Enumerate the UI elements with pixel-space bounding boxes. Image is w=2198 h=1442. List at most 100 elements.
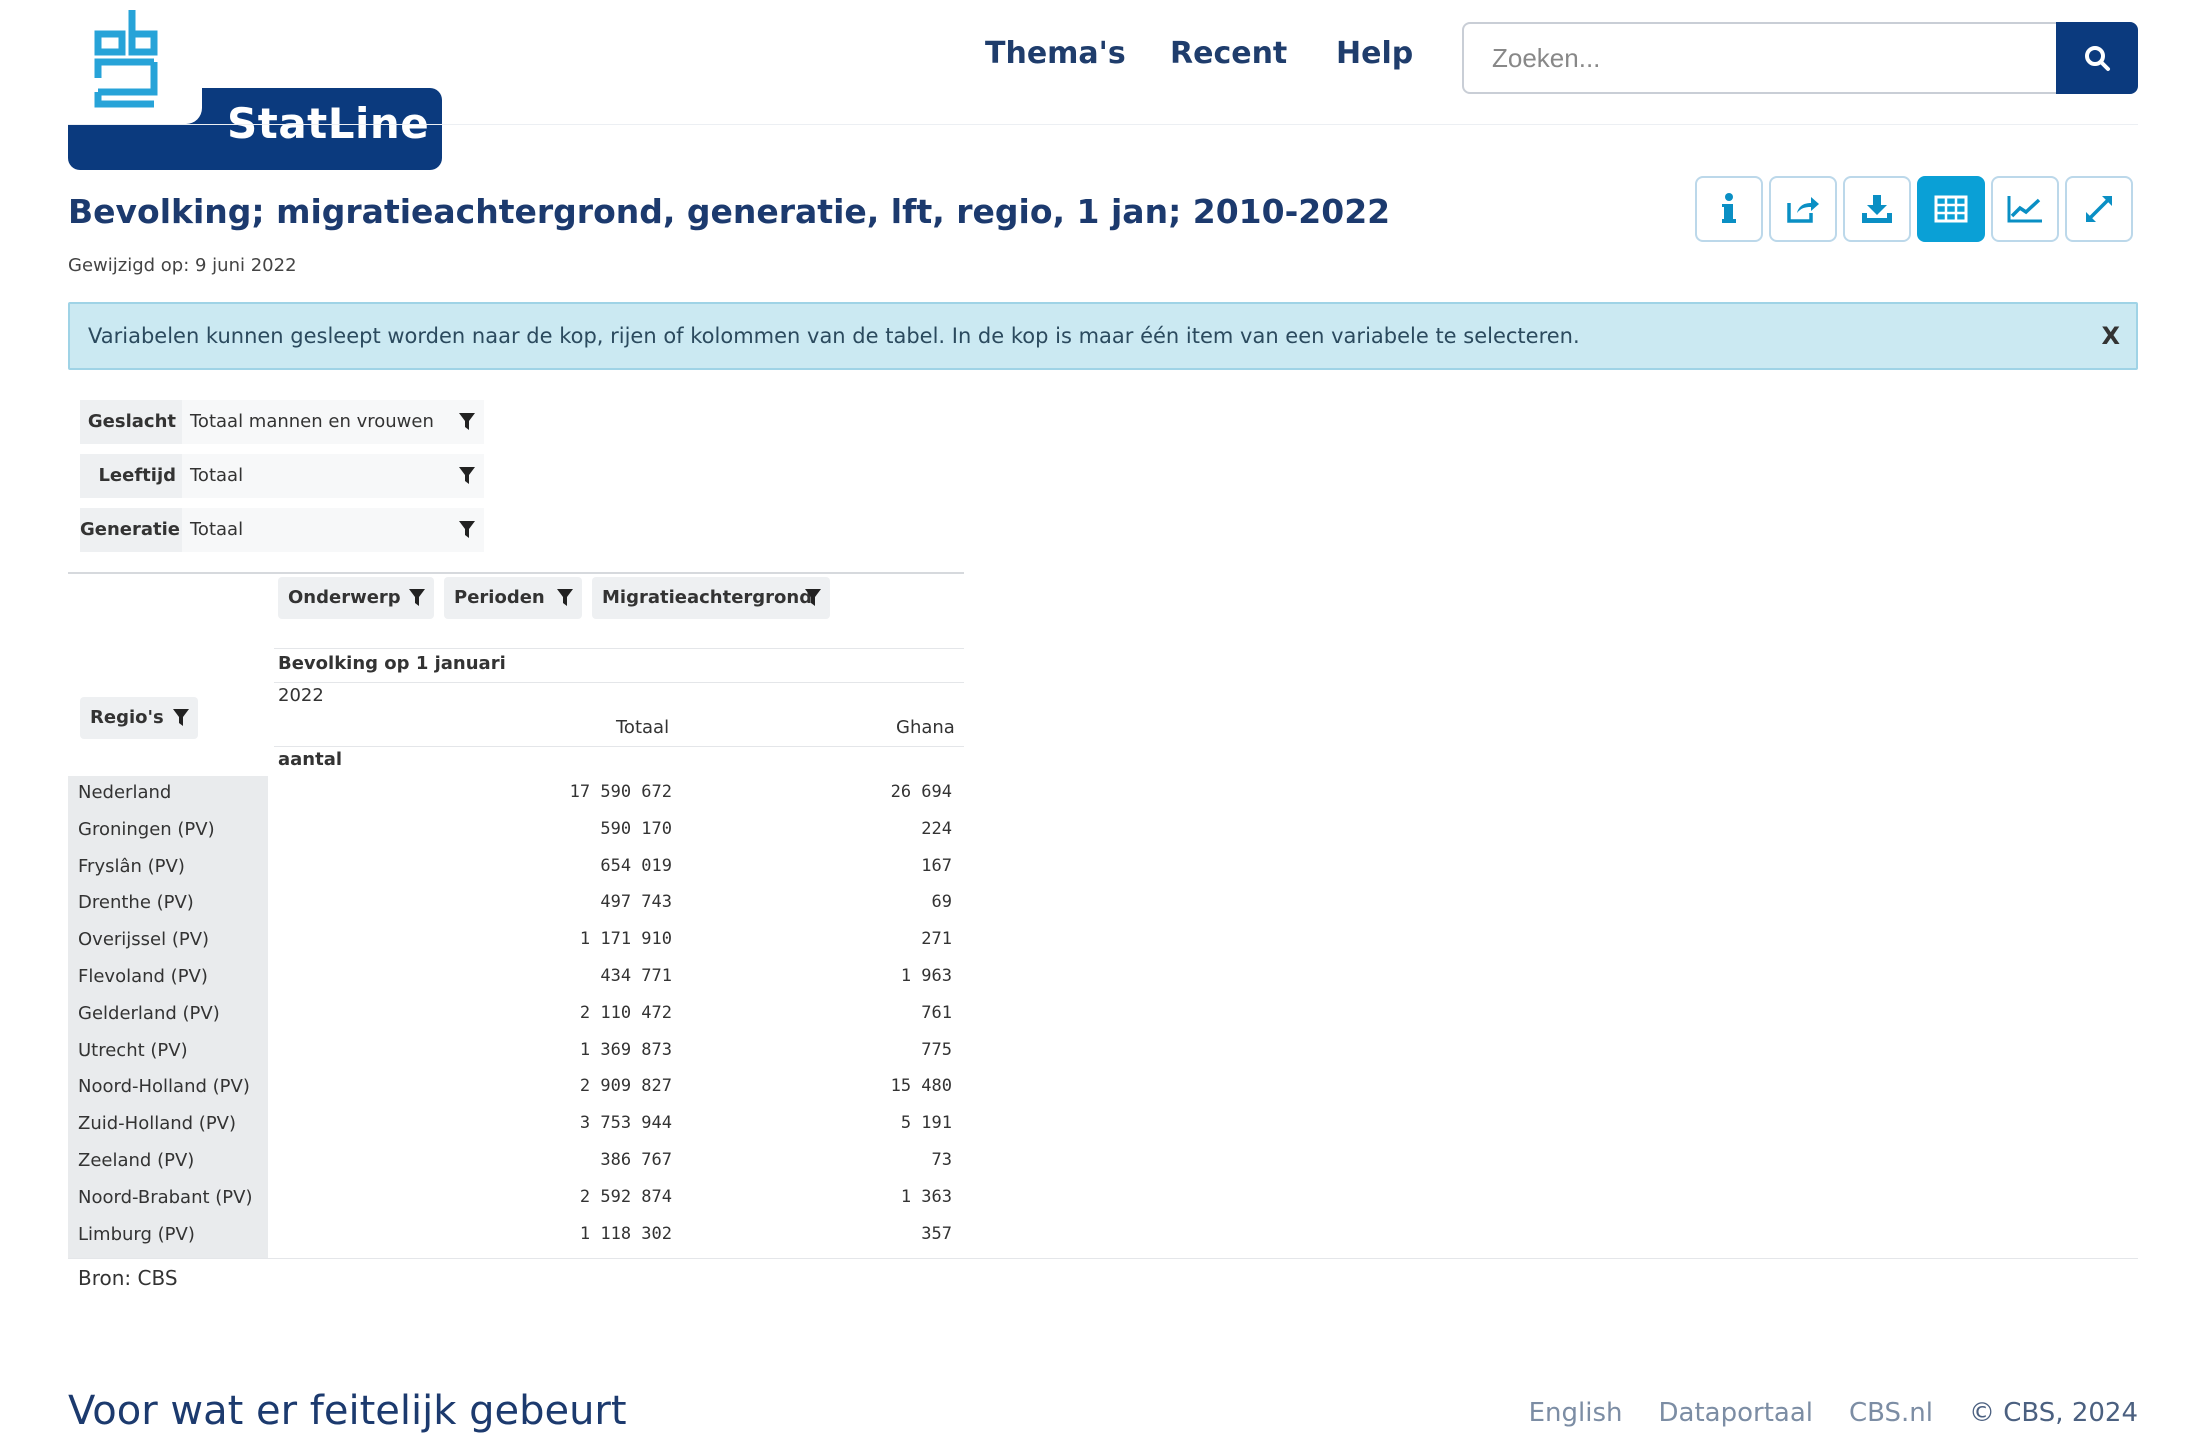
column-chip-perioden[interactable]: Perioden	[444, 577, 582, 619]
filter-value[interactable]: Totaal	[182, 508, 484, 552]
cell-ghana: 775	[921, 1039, 952, 1060]
table-view-button[interactable]	[1917, 176, 1985, 242]
filter-value[interactable]: Totaal	[182, 454, 484, 498]
filter-icon[interactable]	[556, 588, 574, 608]
nav-help[interactable]: Help	[1336, 36, 1413, 71]
share-icon	[1787, 197, 1819, 223]
filter-icon[interactable]	[458, 466, 476, 486]
filter-geslacht[interactable]: Geslacht Totaal mannen en vrouwen	[80, 400, 484, 444]
table-row: Zuid-Holland (PV) 3 753 944 5 191	[68, 1107, 964, 1143]
column-chip-onderwerp[interactable]: Onderwerp	[278, 577, 434, 619]
cell-ghana: 224	[921, 818, 952, 839]
banner-text: Variabelen kunnen gesleept worden naar d…	[88, 324, 1580, 348]
column-chip-migratieachtergrond[interactable]: Migratieachtergrond	[592, 577, 830, 619]
banner-close-button[interactable]: X	[2101, 304, 2120, 368]
filter-label: Geslacht	[87, 411, 176, 432]
filter-generatie[interactable]: Generatie Totaal	[80, 508, 484, 552]
cell-ghana: 73	[931, 1150, 952, 1170]
filter-value-text: Totaal mannen en vrouwen	[190, 411, 434, 432]
filter-icon[interactable]	[804, 588, 822, 608]
search-button[interactable]	[2056, 22, 2138, 94]
header-divider	[274, 648, 964, 649]
row-region-label: Overijssel (PV)	[78, 929, 210, 951]
cell-ghana: 1 363	[900, 1186, 952, 1207]
cell-ghana: 357	[921, 1223, 952, 1244]
cell-totaal: 17 590 672	[569, 782, 672, 802]
cell-totaal: 3 753 944	[579, 1113, 672, 1134]
row-region-label: Nederland	[78, 782, 172, 803]
cell-totaal: 434 771	[600, 966, 672, 986]
search-input[interactable]: Zoeken...	[1462, 22, 2058, 94]
column-header-ghana: Ghana	[896, 717, 955, 738]
filter-icon[interactable]	[172, 708, 190, 728]
info-button[interactable]	[1695, 176, 1763, 242]
row-region-label: Fryslân (PV)	[78, 855, 185, 877]
header-divider	[274, 682, 964, 683]
table-row: Noord-Brabant (PV) 2 592 874 1 363	[68, 1181, 964, 1217]
filter-leeftijd[interactable]: Leeftijd Totaal	[80, 454, 484, 498]
cell-ghana: 271	[921, 929, 952, 950]
table-row: Fryslân (PV) 654 019 167	[68, 850, 964, 886]
filter-value-text: Totaal	[190, 519, 244, 540]
row-chip-regios[interactable]: Regio's	[80, 697, 198, 739]
footer-tagline: Voor wat er feitelijk gebeurt	[68, 1388, 627, 1434]
cbs-logo-icon[interactable]	[92, 0, 202, 120]
nav-recent[interactable]: Recent	[1170, 36, 1287, 71]
chip-label: Perioden	[454, 587, 545, 608]
cell-ghana: 69	[931, 892, 952, 913]
filter-icon[interactable]	[458, 520, 476, 540]
table-row: Noord-Holland (PV) 2 909 827 15 480	[68, 1070, 964, 1106]
row-region-label: Drenthe (PV)	[78, 892, 194, 914]
cell-totaal: 2 592 874	[579, 1186, 672, 1207]
header-divider	[68, 124, 2138, 125]
fullscreen-button[interactable]	[2065, 176, 2133, 242]
view-toolbar	[1695, 176, 2133, 242]
share-button[interactable]	[1769, 176, 1837, 242]
filter-icon[interactable]	[408, 588, 426, 608]
filter-value[interactable]: Totaal mannen en vrouwen	[182, 400, 484, 444]
row-region-label: Noord-Brabant (PV)	[78, 1186, 253, 1208]
filter-icon[interactable]	[458, 412, 476, 432]
page: StatLine Thema's Recent Help Zoeken... B…	[0, 0, 2198, 1442]
table-row: Flevoland (PV) 434 771 1 963	[68, 960, 964, 996]
fullscreen-icon	[2086, 196, 2112, 222]
cell-ghana: 26 694	[890, 782, 952, 802]
info-icon	[1722, 193, 1736, 223]
cell-totaal: 1 171 910	[579, 929, 672, 950]
cell-ghana: 1 963	[900, 966, 952, 986]
table-row: Limburg (PV) 1 118 302 357	[68, 1218, 964, 1254]
unit-header: aantal	[278, 749, 343, 770]
info-banner: Variabelen kunnen gesleept worden naar d…	[68, 302, 2138, 370]
source-note: Bron: CBS	[78, 1266, 178, 1290]
row-region-label: Gelderland (PV)	[78, 1002, 220, 1024]
table-row: Nederland 17 590 672 26 694	[68, 776, 964, 812]
row-region-label: Utrecht (PV)	[78, 1039, 188, 1061]
cell-ghana: 761	[921, 1002, 952, 1023]
download-button[interactable]	[1843, 176, 1911, 242]
chip-label: Regio's	[90, 707, 164, 728]
header-divider	[274, 746, 964, 747]
chip-label: Onderwerp	[288, 587, 401, 608]
footer-link-dataportaal[interactable]: Dataportaal	[1659, 1398, 1813, 1428]
subject-header: Bevolking op 1 januari	[278, 653, 506, 674]
filter-label: Generatie	[80, 519, 181, 540]
footer-link-english[interactable]: English	[1529, 1398, 1623, 1428]
table-bottom-divider	[68, 1258, 2138, 1259]
chip-label: Migratieachtergrond	[602, 587, 813, 608]
download-icon	[1862, 195, 1892, 223]
table-top-divider	[68, 572, 964, 574]
cell-totaal: 386 767	[600, 1150, 672, 1170]
nav-themas[interactable]: Thema's	[985, 36, 1126, 71]
chart-view-button[interactable]	[1991, 176, 2059, 242]
cell-ghana: 167	[921, 855, 952, 876]
row-region-label: Noord-Holland (PV)	[78, 1076, 250, 1098]
row-region-label: Limburg (PV)	[78, 1223, 195, 1245]
row-region-label: Flevoland (PV)	[78, 966, 208, 987]
cell-totaal: 1 118 302	[579, 1223, 672, 1244]
cell-totaal: 497 743	[600, 892, 672, 913]
table-row: Zeeland (PV) 386 767 73	[68, 1144, 964, 1180]
footer-link-cbs[interactable]: CBS.nl	[1849, 1398, 1933, 1428]
filter-label: Leeftijd	[98, 465, 176, 486]
cell-totaal: 2 909 827	[579, 1076, 672, 1097]
table-row: Drenthe (PV) 497 743 69	[68, 886, 964, 922]
